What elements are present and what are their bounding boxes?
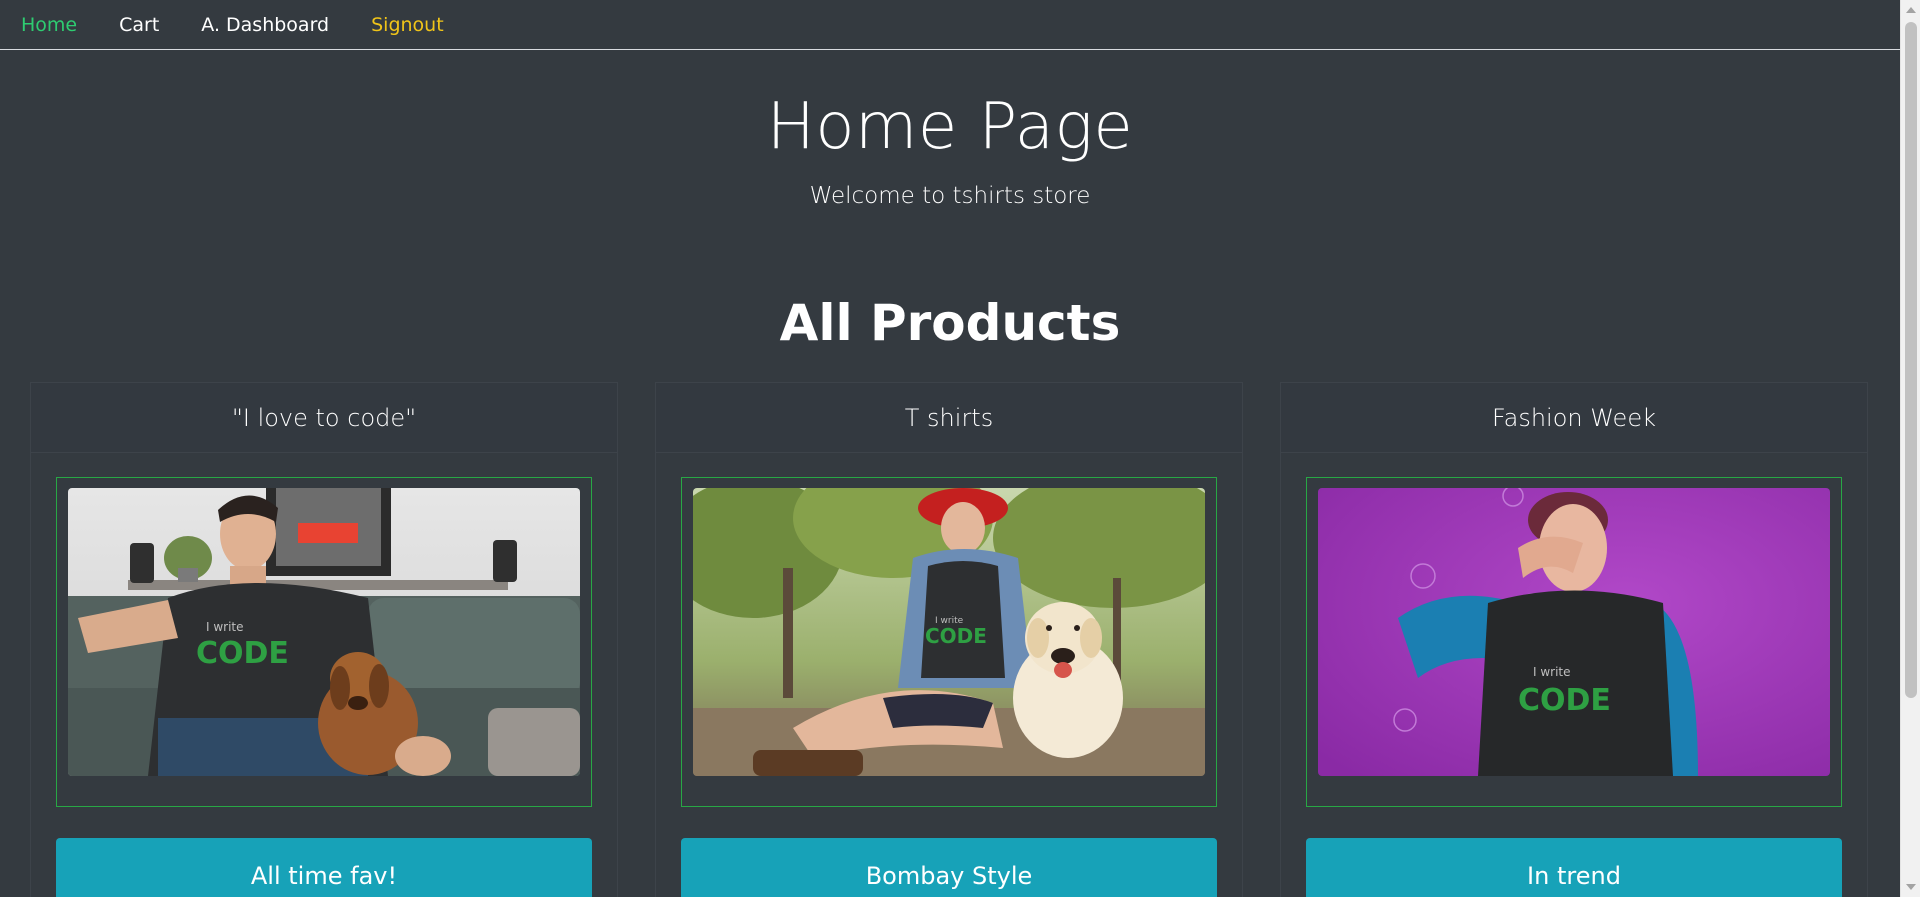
page-scrollbar[interactable]	[1900, 0, 1920, 897]
woman-with-dog-in-park-photo: I write CODE	[693, 488, 1205, 776]
svg-text:I write: I write	[1533, 665, 1571, 679]
svg-text:CODE: CODE	[196, 636, 289, 671]
woman-on-purple-background-photo: I write CODE	[1318, 488, 1830, 776]
product-button[interactable]: All time fav!	[56, 838, 592, 897]
product-card-title: T shirts	[656, 383, 1242, 453]
svg-text:I write: I write	[206, 620, 244, 634]
scrollbar-thumb[interactable]	[1905, 22, 1917, 698]
page-subtitle: Welcome to tshirts store	[809, 183, 1091, 209]
product-card-title: Fashion Week	[1281, 383, 1867, 453]
nav-admin-dashboard-link[interactable]: A. Dashboard	[201, 0, 329, 50]
product-card: "I love to code" I write CODE All time f…	[30, 382, 618, 897]
man-with-dog-on-couch-photo: I write CODE	[68, 488, 580, 776]
product-button[interactable]: In trend	[1306, 838, 1842, 897]
nav-signout-link[interactable]: Signout	[371, 0, 444, 50]
product-grid: "I love to code" I write CODE All time f…	[30, 382, 1870, 897]
section-title: All Products	[779, 294, 1121, 352]
page-title: Home Page	[766, 90, 1134, 164]
product-button[interactable]: Bombay Style	[681, 838, 1217, 897]
nav-cart-link[interactable]: Cart	[119, 0, 159, 50]
product-card: T shirts I write CODE Bombay Style	[655, 382, 1243, 897]
product-card-title: "I love to code"	[31, 383, 617, 453]
scroll-up-arrow-icon[interactable]	[1906, 7, 1916, 13]
app-viewport: Home Cart A. Dashboard Signout Home Page…	[0, 0, 1900, 897]
nav-home-link[interactable]: Home	[21, 0, 77, 50]
top-navbar: Home Cart A. Dashboard Signout	[0, 0, 1900, 50]
product-image-frame: I write CODE	[56, 477, 592, 807]
product-image-frame: I write CODE	[681, 477, 1217, 807]
product-card: Fashion Week I write CODE In trend	[1280, 382, 1868, 897]
svg-text:CODE: CODE	[1518, 683, 1611, 718]
scroll-down-arrow-icon[interactable]	[1906, 884, 1916, 890]
product-image-frame: I write CODE	[1306, 477, 1842, 807]
svg-text:CODE: CODE	[925, 624, 987, 648]
